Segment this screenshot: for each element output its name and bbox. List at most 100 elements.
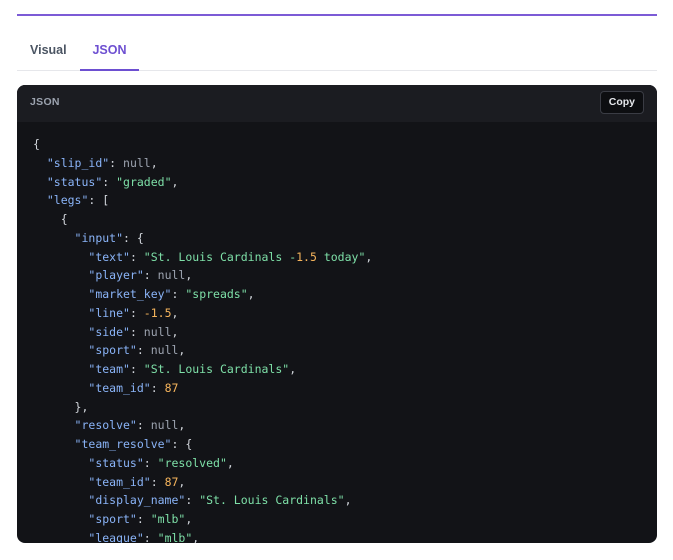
json-key: "team_id" <box>88 474 151 489</box>
code-line: "line": -1.5, <box>33 304 372 323</box>
json-punctuation <box>33 193 47 207</box>
json-key: "player" <box>88 268 144 283</box>
page: Visual JSON JSON Copy { "slip_id": null,… <box>0 0 673 560</box>
tab-visual[interactable]: Visual <box>30 38 67 69</box>
json-punctuation: : <box>143 268 158 283</box>
json-punctuation: }, <box>33 399 89 414</box>
json-key: "league" <box>88 530 144 543</box>
code-line: "player": null, <box>33 266 372 285</box>
json-punctuation: : [ <box>88 193 110 208</box>
json-punctuation <box>33 343 88 357</box>
tab-json[interactable]: JSON <box>80 38 139 71</box>
code-line: "slip_id": null, <box>33 154 372 173</box>
json-null: null <box>150 418 179 433</box>
json-key: "resolve" <box>74 418 137 433</box>
json-key: "sport" <box>88 512 137 526</box>
json-punctuation: : <box>185 493 200 508</box>
json-punctuation: : <box>129 249 144 264</box>
code-line: "legs": [ <box>33 191 372 210</box>
json-punctuation: , <box>185 268 193 283</box>
json-string: "graded" <box>116 174 172 189</box>
code-line: "input": { <box>33 229 372 248</box>
json-punctuation <box>33 418 75 432</box>
json-key: "team_resolve" <box>74 437 172 451</box>
json-punctuation <box>33 156 47 170</box>
json-punctuation <box>33 512 88 526</box>
json-key: "input" <box>74 230 124 245</box>
code-line: "market_key": "spreads", <box>33 285 372 304</box>
json-string: "spreads" <box>185 287 248 301</box>
json-panel-header: JSON Copy <box>17 85 657 122</box>
json-punctuation <box>33 231 75 245</box>
json-punctuation: , <box>365 249 373 264</box>
json-null: null <box>157 268 186 283</box>
code-line: { <box>33 135 372 154</box>
json-punctuation <box>33 381 88 395</box>
json-code-block[interactable]: { "slip_id": null, "status": "graded", "… <box>33 135 372 543</box>
json-key: "slip_id" <box>46 155 110 170</box>
json-punctuation: : <box>109 155 124 170</box>
json-panel: JSON Copy { "slip_id": null, "status": "… <box>17 85 657 543</box>
json-key: "status" <box>46 174 103 189</box>
json-punctuation: : <box>136 512 151 526</box>
code-line: "sport": "mlb", <box>33 510 372 529</box>
json-punctuation: , <box>178 418 186 433</box>
json-punctuation <box>33 250 88 264</box>
json-punctuation: : <box>143 530 158 543</box>
code-line: "team": "St. Louis Cardinals", <box>33 360 372 379</box>
json-key: "legs" <box>46 193 89 208</box>
json-panel-title: JSON <box>30 96 60 108</box>
json-punctuation: : <box>129 305 144 320</box>
json-punctuation: : <box>102 174 117 189</box>
json-string: "mlb" <box>150 512 186 526</box>
json-null: null <box>150 343 179 358</box>
json-punctuation: , <box>178 474 186 489</box>
json-key: "sport" <box>88 343 137 358</box>
json-string: "St. Louis Cardinals" <box>199 493 345 508</box>
json-punctuation: : { <box>123 230 144 245</box>
json-punctuation: , <box>171 305 179 320</box>
top-divider <box>17 14 657 16</box>
json-punctuation: , <box>289 362 297 376</box>
json-punctuation: : <box>129 362 144 376</box>
json-punctuation: : <box>143 455 158 470</box>
json-punctuation <box>33 287 88 301</box>
code-line: }, <box>33 398 372 417</box>
code-line: "team_id": 87 <box>33 379 372 398</box>
view-tabs: Visual JSON <box>17 38 657 71</box>
json-null: null <box>143 324 172 339</box>
json-punctuation: , <box>247 287 255 301</box>
code-line: "display_name": "St. Louis Cardinals", <box>33 491 372 510</box>
json-null: null <box>123 155 151 170</box>
code-line: "status": "graded", <box>33 173 372 192</box>
json-punctuation: : <box>129 324 144 339</box>
json-number: -1.5 <box>143 305 172 320</box>
json-string: today" <box>316 249 366 264</box>
json-punctuation <box>33 456 88 470</box>
json-punctuation: , <box>185 512 193 526</box>
code-line: "status": "resolved", <box>33 454 372 473</box>
json-punctuation <box>33 175 47 189</box>
json-punctuation: , <box>344 493 352 508</box>
copy-button[interactable]: Copy <box>599 91 644 114</box>
json-punctuation: , <box>192 530 200 543</box>
json-punctuation <box>33 268 88 282</box>
json-string: "mlb" <box>157 530 193 543</box>
json-punctuation <box>33 437 75 451</box>
json-punctuation <box>33 475 88 489</box>
code-line: "team_id": 87, <box>33 473 372 492</box>
json-number: 87 <box>164 380 179 395</box>
json-punctuation <box>33 362 88 376</box>
json-key: "status" <box>88 455 144 470</box>
json-key: "market_key" <box>88 287 172 301</box>
json-punctuation: : <box>150 474 165 489</box>
json-string: "St. Louis Cardinals" <box>143 362 290 376</box>
code-line: { <box>33 210 372 229</box>
json-key: "side" <box>88 324 130 339</box>
code-line: "sport": null, <box>33 341 372 360</box>
json-string: "resolved" <box>157 455 227 470</box>
code-line: "resolve": null, <box>33 416 372 435</box>
json-punctuation: , <box>171 174 179 189</box>
json-punctuation: : { <box>171 437 193 451</box>
code-line: "league": "mlb", <box>33 529 372 543</box>
